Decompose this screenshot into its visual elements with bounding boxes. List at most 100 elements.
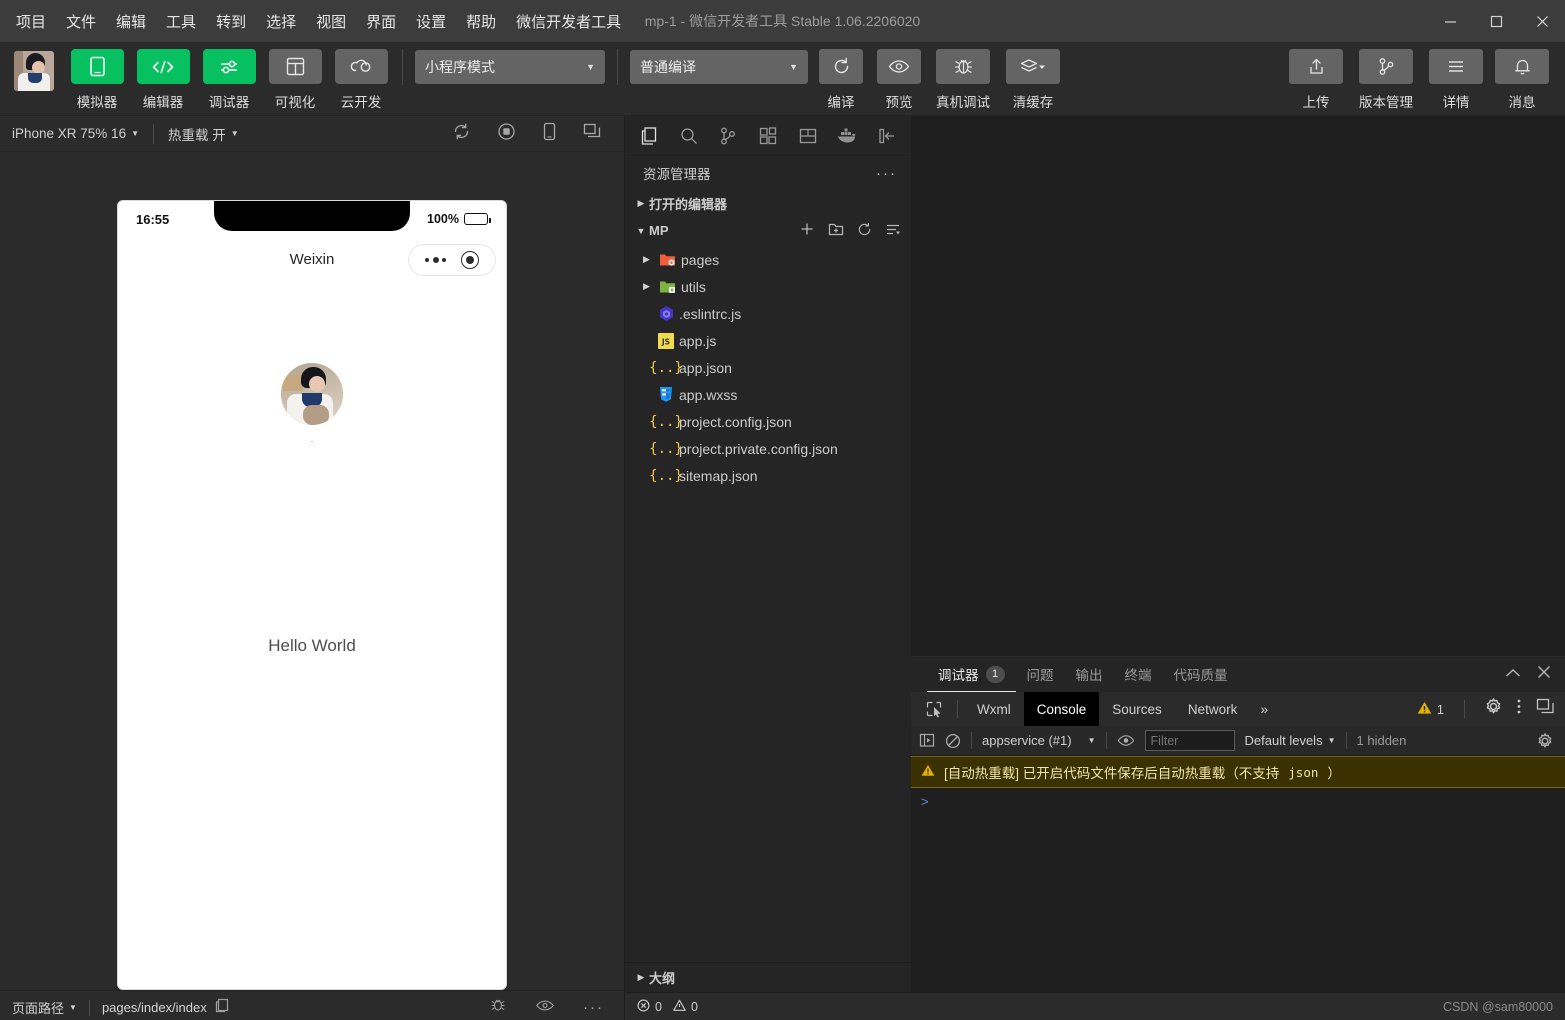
phone-icon[interactable]: [70, 49, 124, 84]
refresh-icon[interactable]: [819, 49, 863, 84]
kebab-menu-icon[interactable]: [1516, 698, 1522, 720]
menu-view[interactable]: 视图: [314, 8, 348, 35]
messages-button[interactable]: 消息: [1493, 49, 1551, 111]
refresh-icon[interactable]: [452, 122, 471, 146]
explorer-more-icon[interactable]: ···: [876, 165, 897, 182]
menu-select[interactable]: 选择: [264, 8, 298, 35]
console-prompt[interactable]: >: [911, 788, 1565, 815]
panel-toggle-cloud[interactable]: 云开发: [332, 49, 390, 111]
devtools-more-tabs-icon[interactable]: »: [1250, 701, 1278, 717]
close-button[interactable]: [1519, 0, 1565, 42]
tab-debugger[interactable]: 调试器 1: [927, 657, 1016, 692]
layout-icon[interactable]: [268, 49, 322, 84]
bug-icon[interactable]: [936, 49, 990, 84]
menu-file[interactable]: 文件: [64, 8, 98, 35]
tree-item-project-private-config[interactable]: {..} project.private.config.json: [625, 435, 911, 462]
chevron-up-icon[interactable]: [1505, 666, 1521, 684]
menu-lines-icon[interactable]: [1429, 49, 1483, 84]
extensions-icon[interactable]: [748, 117, 788, 155]
bug-icon[interactable]: [489, 996, 507, 1019]
eye-icon[interactable]: [535, 999, 555, 1017]
compile-button[interactable]: 编译: [816, 49, 866, 111]
layout-panel-icon[interactable]: [788, 117, 828, 155]
collapse-all-icon[interactable]: [885, 222, 901, 240]
panel-toggle-editor[interactable]: 编辑器: [134, 49, 192, 111]
device-icon[interactable]: [542, 122, 557, 146]
collapse-sidebar-icon[interactable]: [867, 117, 907, 155]
real-device-debug-button[interactable]: 真机调试: [932, 49, 994, 111]
tree-item-app-js[interactable]: JS app.js: [625, 327, 911, 354]
devtools-tab-console[interactable]: Console: [1023, 692, 1100, 726]
tree-item-sitemap[interactable]: {..} sitemap.json: [625, 462, 911, 489]
record-icon[interactable]: [497, 122, 516, 146]
sliders-icon[interactable]: [202, 49, 256, 84]
inspect-element-icon[interactable]: [917, 696, 951, 722]
refresh-icon[interactable]: [857, 222, 872, 240]
capsule-menu-button[interactable]: [408, 244, 496, 276]
eye-icon[interactable]: [877, 49, 921, 84]
outline-section[interactable]: ▶ 大纲: [625, 962, 911, 992]
code-icon[interactable]: [136, 49, 190, 84]
mode-select[interactable]: 小程序模式 ▼: [415, 50, 605, 84]
tree-item-project-config[interactable]: {..} project.config.json: [625, 408, 911, 435]
bell-icon[interactable]: [1495, 49, 1549, 84]
device-select[interactable]: iPhone XR 75% 16 ▼: [12, 126, 139, 141]
tab-problems[interactable]: 问题: [1016, 657, 1065, 692]
close-icon[interactable]: [1537, 665, 1551, 684]
more-dots-icon[interactable]: [425, 257, 447, 263]
live-expression-icon[interactable]: [1117, 734, 1135, 747]
devtools-tab-sources[interactable]: Sources: [1099, 692, 1175, 726]
devtools-tab-wxml[interactable]: Wxml: [964, 692, 1024, 726]
menu-goto[interactable]: 转到: [214, 8, 248, 35]
tab-code-quality[interactable]: 代码质量: [1163, 657, 1239, 692]
page-path-select[interactable]: 页面路径 ▼: [12, 998, 77, 1017]
more-icon[interactable]: ···: [583, 999, 604, 1016]
search-icon[interactable]: [669, 117, 709, 155]
compile-select[interactable]: 普通编译 ▼: [630, 50, 808, 84]
tab-terminal[interactable]: 终端: [1114, 657, 1163, 692]
warning-badge[interactable]: 1: [1417, 701, 1444, 718]
page-avatar[interactable]: [281, 363, 343, 425]
detach-icon[interactable]: [583, 123, 602, 145]
tree-item-utils[interactable]: ▶ utils: [625, 273, 911, 300]
tree-item-pages[interactable]: ▶ pages: [625, 246, 911, 273]
files-icon[interactable]: [629, 117, 669, 155]
gear-icon[interactable]: [1485, 698, 1502, 720]
menu-settings[interactable]: 设置: [414, 8, 448, 35]
docker-icon[interactable]: [828, 117, 868, 155]
copy-icon[interactable]: [215, 998, 229, 1018]
tree-item-app-json[interactable]: {..} app.json: [625, 354, 911, 381]
console-settings-gear-icon[interactable]: [1537, 732, 1553, 749]
panel-toggle-visual[interactable]: 可视化: [266, 49, 324, 111]
console-filter-input[interactable]: [1144, 730, 1235, 751]
details-button[interactable]: 详情: [1427, 49, 1485, 111]
editor-empty-area[interactable]: [911, 116, 1565, 656]
source-control-icon[interactable]: [708, 117, 748, 155]
tree-item-app-wxss[interactable]: app.wxss: [625, 381, 911, 408]
menu-edit[interactable]: 编辑: [114, 8, 148, 35]
user-avatar[interactable]: [14, 51, 54, 91]
menu-tools[interactable]: 工具: [164, 8, 198, 35]
console-context-select[interactable]: appservice (#1) ▼: [982, 733, 1096, 748]
problems-status[interactable]: 0 0: [637, 999, 698, 1015]
tab-output[interactable]: 输出: [1065, 657, 1114, 692]
panel-toggle-debugger[interactable]: 调试器: [200, 49, 258, 111]
console-levels-select[interactable]: Default levels ▼: [1245, 733, 1336, 748]
menu-devtools[interactable]: 微信开发者工具: [514, 8, 623, 35]
close-target-icon[interactable]: [460, 251, 479, 269]
console-sidebar-icon[interactable]: [919, 733, 935, 748]
upload-icon[interactable]: [1289, 49, 1343, 84]
menu-ui[interactable]: 界面: [364, 8, 398, 35]
clear-cache-button[interactable]: 清缓存: [1002, 49, 1064, 111]
hotreload-select[interactable]: 热重载 开 ▼: [168, 124, 239, 144]
dock-panel-icon[interactable]: [1536, 698, 1555, 720]
console-output[interactable]: [自动热重载] 已开启代码文件保存后自动热重载（不支持 json ） >: [911, 756, 1565, 992]
preview-button[interactable]: 预览: [874, 49, 924, 111]
new-folder-icon[interactable]: [828, 222, 844, 240]
maximize-button[interactable]: [1473, 0, 1519, 42]
menu-project[interactable]: 项目: [14, 8, 48, 35]
clear-console-icon[interactable]: [945, 733, 961, 749]
cloud-icon[interactable]: [334, 49, 388, 84]
project-section[interactable]: ▼ MP: [625, 217, 911, 244]
tree-item-eslintrc[interactable]: .eslintrc.js: [625, 300, 911, 327]
